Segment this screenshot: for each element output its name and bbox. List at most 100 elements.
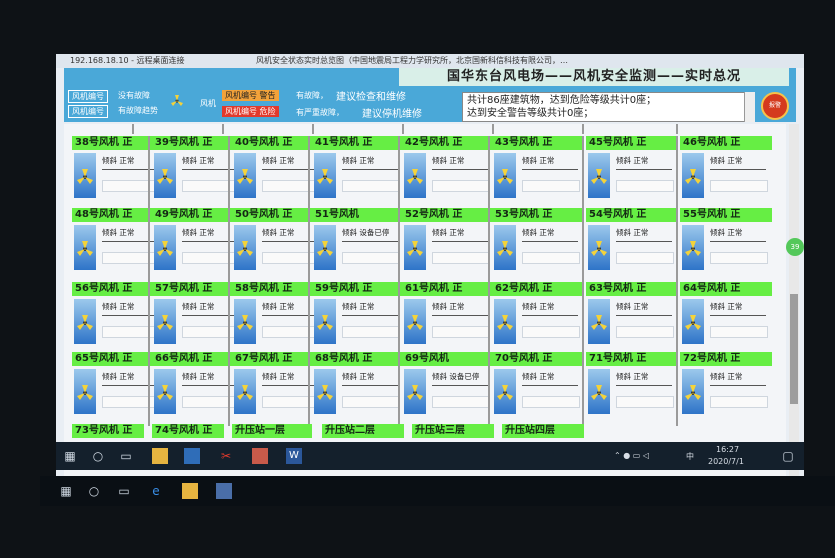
turbine-name[interactable]: 56号风机 正 [72, 282, 164, 296]
turbine-card[interactable]: 66号风机 正倾斜 正常 [152, 352, 244, 416]
app-window-icon[interactable] [184, 448, 200, 464]
turbine-name[interactable]: 41号风机 正 [312, 136, 404, 150]
turbine-name[interactable]: 40号风机 正 [232, 136, 324, 150]
ime-indicator[interactable]: 中 [686, 451, 694, 462]
local-search-icon[interactable]: ○ [86, 483, 102, 499]
turbine-card[interactable]: 63号风机 正倾斜 正常 [586, 282, 678, 346]
turbine-card[interactable]: 67号风机 正倾斜 正常 [232, 352, 324, 416]
bottom-nav-button[interactable]: 升压站四层 [502, 424, 584, 438]
turbine-name[interactable]: 62号风机 正 [492, 282, 584, 296]
turbine-name[interactable]: 69号风机 [402, 352, 494, 366]
turbine-card[interactable]: 50号风机 正倾斜 正常 [232, 208, 324, 272]
word-icon[interactable]: W [286, 448, 302, 464]
turbine-name[interactable]: 54号风机 正 [586, 208, 678, 222]
turbine-name[interactable]: 46号风机 正 [680, 136, 772, 150]
tilt-status: 倾斜 正常 [432, 228, 465, 237]
local-explorer-icon[interactable] [182, 483, 198, 499]
bottom-nav-button[interactable]: 73号风机 正 [72, 424, 144, 438]
turbine-name[interactable]: 43号风机 正 [492, 136, 584, 150]
turbine-name[interactable]: 51号风机 [312, 208, 404, 222]
tool-icon[interactable]: ✂ [218, 448, 234, 464]
fan-label: 风机 [200, 99, 216, 108]
turbine-card[interactable]: 38号风机 正倾斜 正常 [72, 136, 164, 200]
windows-start-icon[interactable]: ▦ [62, 448, 78, 464]
main-scrollbar[interactable] [789, 124, 799, 484]
bottom-nav-button[interactable]: 升压站一层 [232, 424, 312, 438]
turbine-name[interactable]: 57号风机 正 [152, 282, 244, 296]
turbine-name[interactable]: 72号风机 正 [680, 352, 772, 366]
bottom-nav-button[interactable]: 升压站二层 [322, 424, 404, 438]
turbine-name[interactable]: 68号风机 正 [312, 352, 404, 366]
turbine-card[interactable]: 54号风机 正倾斜 正常 [586, 208, 678, 272]
turbine-card[interactable]: 57号风机 正倾斜 正常 [152, 282, 244, 346]
turbine-card[interactable]: 59号风机 正倾斜 正常 [312, 282, 404, 346]
turbine-name[interactable]: 48号风机 正 [72, 208, 164, 222]
turbine-name[interactable]: 58号风机 正 [232, 282, 324, 296]
turbine-name[interactable]: 39号风机 正 [152, 136, 244, 150]
turbine-card[interactable]: 62号风机 正倾斜 正常 [492, 282, 584, 346]
bottom-nav-button[interactable]: 升压站三层 [412, 424, 494, 438]
turbine-card[interactable]: 48号风机 正倾斜 正常 [72, 208, 164, 272]
turbine-picture [234, 153, 256, 198]
stats-scrollbar[interactable] [744, 92, 755, 122]
turbine-card[interactable]: 71号风机 正倾斜 正常 [586, 352, 678, 416]
turbine-card[interactable]: 64号风机 正倾斜 正常 [680, 282, 772, 346]
turbine-name[interactable]: 70号风机 正 [492, 352, 584, 366]
turbine-card[interactable]: 40号风机 正倾斜 正常 [232, 136, 324, 200]
turbine-card[interactable]: 42号风机 正倾斜 正常 [402, 136, 494, 200]
turbine-name[interactable]: 42号风机 正 [402, 136, 494, 150]
file-explorer-icon[interactable] [152, 448, 168, 464]
turbine-card[interactable]: 52号风机 正倾斜 正常 [402, 208, 494, 272]
turbine-card[interactable]: 58号风机 正倾斜 正常 [232, 282, 324, 346]
alarm-button[interactable]: 报警 [761, 92, 789, 120]
turbine-card[interactable]: 56号风机 正倾斜 正常 [72, 282, 164, 346]
scrollbar-thumb[interactable] [790, 294, 798, 404]
turbine-name[interactable]: 53号风机 正 [492, 208, 584, 222]
turbine-card[interactable]: 51号风机 倾斜 设备已停 [312, 208, 404, 272]
turbine-name[interactable]: 45号风机 正 [586, 136, 678, 150]
turbine-name[interactable]: 55号风机 正 [680, 208, 772, 222]
turbine-card[interactable]: 72号风机 正倾斜 正常 [680, 352, 772, 416]
turbine-name[interactable]: 49号风机 正 [152, 208, 244, 222]
turbine-card[interactable]: 70号风机 正倾斜 正常 [492, 352, 584, 416]
turbine-card[interactable]: 65号风机 正倾斜 正常 [72, 352, 164, 416]
search-icon[interactable]: ○ [90, 448, 106, 464]
remote-desktop-icon[interactable] [216, 483, 232, 499]
local-start-icon[interactable]: ▦ [58, 483, 74, 499]
fan-icon [237, 315, 253, 330]
turbine-card[interactable]: 39号风机 正倾斜 正常 [152, 136, 244, 200]
turbine-card[interactable]: 53号风机 正倾斜 正常 [492, 208, 584, 272]
turbine-name[interactable]: 63号风机 正 [586, 282, 678, 296]
tray-icons[interactable]: ⌃ ● ▭ ◁ [614, 451, 649, 460]
turbine-name[interactable]: 50号风机 正 [232, 208, 324, 222]
turbine-name[interactable]: 38号风机 正 [72, 136, 164, 150]
local-task-view-icon[interactable]: ▭ [116, 483, 132, 499]
turbine-card[interactable]: 41号风机 正倾斜 正常 [312, 136, 404, 200]
bottom-nav-button[interactable]: 74号风机 正 [152, 424, 224, 438]
turbine-card[interactable]: 61号风机 正倾斜 正常 [402, 282, 494, 346]
turbine-card[interactable]: 49号风机 正倾斜 正常 [152, 208, 244, 272]
status-line [616, 241, 672, 242]
turbine-card[interactable]: 43号风机 正倾斜 正常 [492, 136, 584, 200]
turbine-card[interactable]: 45号风机 正倾斜 正常 [586, 136, 678, 200]
turbine-card[interactable]: 55号风机 正倾斜 正常 [680, 208, 772, 272]
turbine-name[interactable]: 59号风机 正 [312, 282, 404, 296]
turbine-card[interactable]: 68号风机 正倾斜 正常 [312, 352, 404, 416]
turbine-card[interactable]: 69号风机 倾斜 设备已停 [402, 352, 494, 416]
turbine-name[interactable]: 61号风机 正 [402, 282, 494, 296]
fan-icon [317, 315, 333, 330]
value-box [522, 252, 580, 264]
task-view-icon[interactable]: ▭ [118, 448, 134, 464]
turbine-name[interactable]: 65号风机 正 [72, 352, 164, 366]
turbine-card[interactable]: 46号风机 正倾斜 正常 [680, 136, 772, 200]
turbine-name[interactable]: 67号风机 正 [232, 352, 324, 366]
turbine-name[interactable]: 71号风机 正 [586, 352, 678, 366]
turbine-name[interactable]: 64号风机 正 [680, 282, 772, 296]
app-icon-2[interactable] [252, 448, 268, 464]
turbine-name[interactable]: 66号风机 正 [152, 352, 244, 366]
turbine-name[interactable]: 52号风机 正 [402, 208, 494, 222]
notification-icon[interactable]: ▢ [780, 448, 796, 464]
header-panel: 国华东台风电场——风机安全监测——实时总况 风机编号 没有故障 风机编号 有故障… [64, 68, 796, 122]
edge-icon[interactable]: e [148, 483, 164, 499]
side-badge[interactable]: 39 [786, 238, 804, 256]
